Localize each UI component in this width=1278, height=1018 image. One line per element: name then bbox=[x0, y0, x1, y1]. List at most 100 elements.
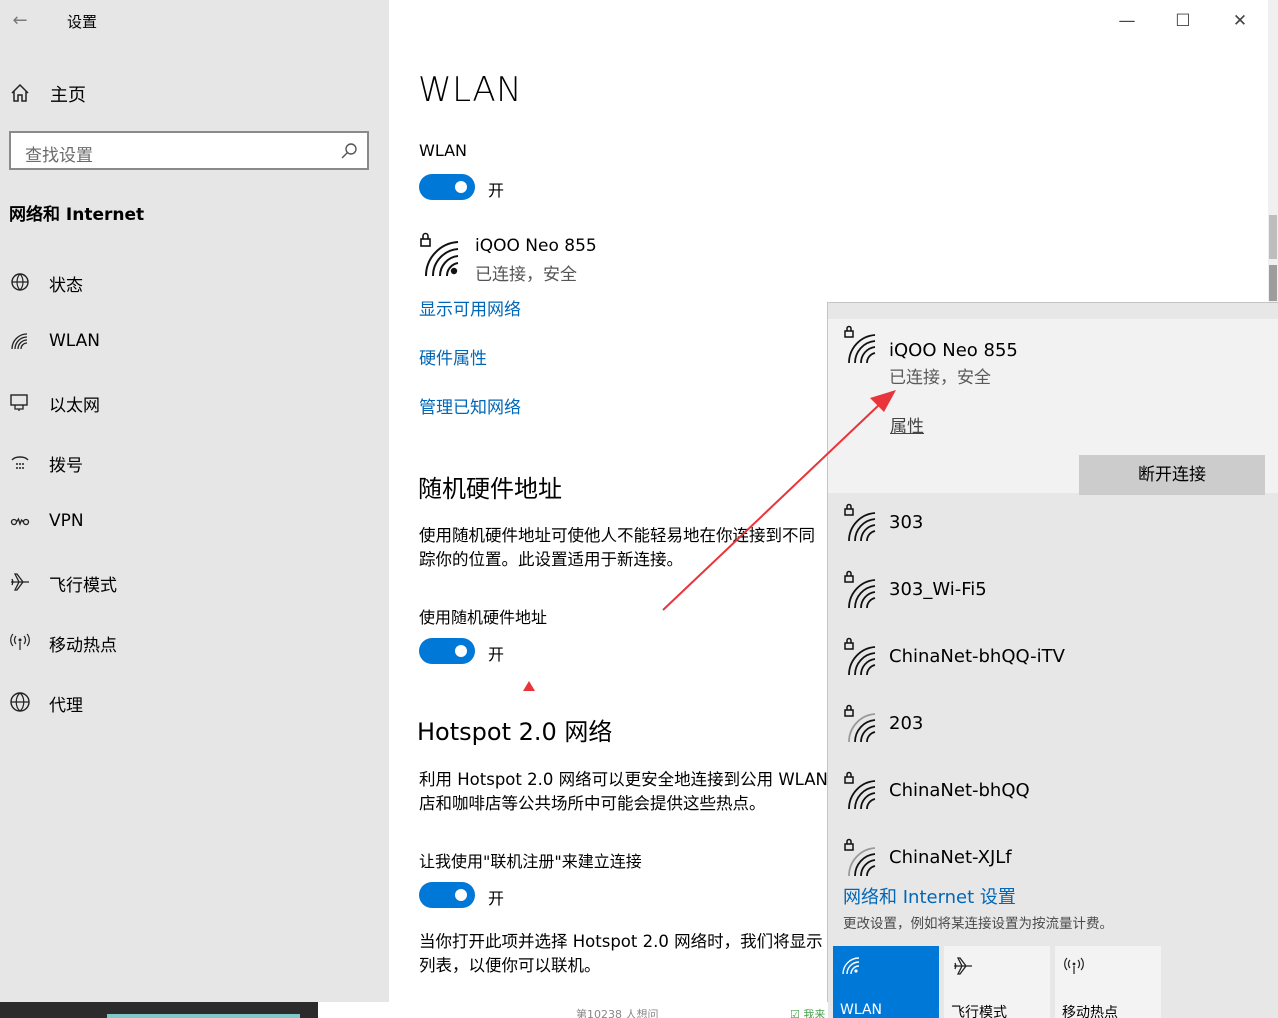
quick-action-wlan[interactable]: WLAN bbox=[833, 946, 939, 1018]
flyout-network-item[interactable]: ChinaNet-bhQQ bbox=[828, 763, 1278, 829]
sidebar-item-status[interactable]: 状态 bbox=[0, 259, 389, 305]
hotspot-tail-line1: 当你打开此项并选择 Hotspot 2.0 网络时，我们将显示 bbox=[419, 932, 823, 951]
wifi-icon bbox=[842, 957, 860, 975]
quick-action-label: 移动热点 bbox=[1062, 1005, 1118, 1018]
current-network-status: 已连接，安全 bbox=[475, 265, 577, 285]
sidebar-item-home[interactable]: 主页 bbox=[0, 72, 389, 114]
page-title: WLAN bbox=[418, 70, 523, 110]
wifi-icon bbox=[11, 333, 28, 350]
random-mac-toggle-state: 开 bbox=[488, 645, 505, 664]
wifi-secured-icon bbox=[844, 325, 876, 364]
sidebar-item-dialup[interactable]: 拨号 bbox=[0, 439, 389, 485]
manage-known-networks-link[interactable]: 管理已知网络 bbox=[419, 393, 521, 418]
flyout-current-network[interactable]: iQOO Neo 855 已连接，安全 属性 断开连接 bbox=[828, 319, 1278, 495]
toggle-knob bbox=[455, 645, 467, 657]
globe-icon bbox=[10, 692, 30, 712]
sidebar-item-label: 飞行模式 bbox=[49, 576, 117, 596]
back-arrow-icon[interactable]: ← bbox=[8, 9, 32, 33]
hotspot-icon bbox=[1064, 957, 1084, 974]
hotspot-icon bbox=[10, 633, 30, 650]
sidebar-item-label: VPN bbox=[49, 511, 84, 531]
hardware-properties-link[interactable]: 硬件属性 bbox=[419, 344, 487, 369]
sidebar-item-label: 以太网 bbox=[49, 396, 100, 416]
section-title: 网络和 Internet bbox=[9, 205, 145, 225]
disconnect-button[interactable]: 断开连接 bbox=[1079, 455, 1265, 495]
wlan-toggle-label: WLAN bbox=[419, 141, 468, 160]
random-mac-heading: 随机硬件地址 bbox=[418, 475, 562, 503]
airplane-icon bbox=[954, 957, 972, 975]
flyout-network-name: ChinaNet-XJLf bbox=[889, 847, 1012, 868]
flyout-network-item[interactable]: ChinaNet-bhQQ-iTV bbox=[828, 629, 1278, 695]
wifi-secured-icon bbox=[420, 232, 459, 277]
sidebar-item-proxy[interactable]: 代理 bbox=[0, 679, 389, 725]
airplane-icon bbox=[11, 573, 29, 591]
flyout-network-name: ChinaNet-bhQQ bbox=[889, 780, 1030, 801]
quick-action-label: WLAN bbox=[840, 1002, 883, 1018]
sidebar-item-wlan[interactable]: WLAN bbox=[0, 319, 389, 365]
flyout-network-item[interactable]: 303_Wi-Fi5 bbox=[828, 562, 1278, 628]
sidebar-item-label: 主页 bbox=[50, 85, 86, 106]
show-available-networks-link[interactable]: 显示可用网络 bbox=[419, 295, 521, 320]
hotspot-heading: Hotspot 2.0 网络 bbox=[417, 718, 613, 746]
home-icon bbox=[11, 83, 29, 102]
hotspot-desc-line2: 店和咖啡店等公共场所中可能会提供这些热点。 bbox=[419, 794, 766, 813]
sidebar-item-ethernet[interactable]: 以太网 bbox=[0, 379, 389, 425]
sidebar-item-vpn[interactable]: VPN bbox=[0, 499, 389, 545]
sidebar-item-label: 状态 bbox=[49, 276, 83, 296]
flyout-network-name: 203 bbox=[889, 713, 924, 734]
taskbar-text-2: ☑ 我来 bbox=[790, 1008, 826, 1018]
taskbar-text: 第10238 人想问 bbox=[576, 1008, 659, 1018]
search-placeholder: 查找设置 bbox=[25, 146, 93, 166]
search-input[interactable]: 查找设置 bbox=[9, 131, 369, 170]
toggle-knob bbox=[455, 889, 467, 901]
wifi-secured-icon bbox=[844, 838, 876, 877]
flyout-network-name: ChinaNet-bhQQ-iTV bbox=[889, 646, 1065, 667]
flyout-network-name: 303_Wi-Fi5 bbox=[889, 579, 987, 600]
wlan-toggle[interactable] bbox=[419, 174, 475, 200]
sidebar-item-label: 移动热点 bbox=[49, 636, 117, 656]
quick-action-hotspot[interactable]: 移动热点 bbox=[1055, 946, 1161, 1018]
sidebar: ← 设置 主页 查找设置 网络和 Internet 状态 WLAN 以太网 拨号… bbox=[0, 0, 389, 1002]
app-title: 设置 bbox=[67, 13, 98, 31]
hotspot-toggle-state: 开 bbox=[488, 889, 505, 908]
random-mac-desc-line2: 踪你的位置。此设置适用于新连接。 bbox=[419, 550, 683, 569]
hotspot-tail-line2: 列表，以便你可以联机。 bbox=[419, 956, 601, 975]
wifi-secured-icon bbox=[844, 503, 876, 542]
wifi-secured-icon bbox=[844, 771, 876, 810]
sidebar-item-hotspot[interactable]: 移动热点 bbox=[0, 619, 389, 665]
quick-action-airplane[interactable]: 飞行模式 bbox=[944, 946, 1050, 1018]
network-settings-link[interactable]: 网络和 Internet 设置 bbox=[843, 883, 1016, 909]
maximize-button[interactable]: ☐ bbox=[1163, 8, 1203, 34]
hotspot-toggle[interactable] bbox=[419, 882, 475, 908]
minimize-button[interactable]: — bbox=[1107, 8, 1147, 34]
sidebar-item-label: WLAN bbox=[49, 331, 101, 351]
annotation-marker-icon bbox=[523, 681, 535, 691]
flyout-current-status: 已连接，安全 bbox=[889, 368, 991, 388]
random-mac-toggle[interactable] bbox=[419, 638, 475, 664]
toggle-knob bbox=[455, 181, 467, 193]
close-button[interactable]: ✕ bbox=[1220, 8, 1260, 34]
random-mac-toggle-label: 使用随机硬件地址 bbox=[419, 608, 548, 627]
dialup-icon bbox=[11, 456, 29, 469]
wlan-toggle-state: 开 bbox=[488, 181, 505, 200]
random-mac-desc-line1: 使用随机硬件地址可使他人不能轻易地在你连接到不同 bbox=[419, 526, 815, 545]
flyout-properties-link[interactable]: 属性 bbox=[890, 412, 924, 437]
hotspot-desc-line1: 利用 Hotspot 2.0 网络可以更安全地连接到公用 WLAN bbox=[419, 770, 828, 789]
flyout-network-item[interactable]: 203 bbox=[828, 696, 1278, 762]
sidebar-item-label: 拨号 bbox=[49, 456, 83, 476]
search-icon[interactable] bbox=[340, 142, 358, 160]
globe-status-icon bbox=[11, 273, 29, 291]
network-settings-sub: 更改设置，例如将某连接设置为按流量计费。 bbox=[843, 916, 1113, 932]
sidebar-item-label: 代理 bbox=[49, 696, 83, 716]
sidebar-item-airplane[interactable]: 飞行模式 bbox=[0, 559, 389, 605]
quick-action-label: 飞行模式 bbox=[951, 1005, 1007, 1018]
scrollbar-thumb[interactable] bbox=[1269, 265, 1277, 301]
ethernet-icon bbox=[10, 394, 28, 411]
taskbar-highlight bbox=[107, 1014, 300, 1018]
network-flyout: iQOO Neo 855 已连接，安全 属性 断开连接 303 303_Wi-Fi… bbox=[827, 302, 1278, 1018]
flyout-current-name: iQOO Neo 855 bbox=[889, 340, 1018, 361]
wifi-secured-icon bbox=[844, 570, 876, 609]
flyout-network-item[interactable]: 303 bbox=[828, 495, 1278, 561]
current-network-name: iQOO Neo 855 bbox=[475, 236, 597, 256]
hotspot-toggle-label: 让我使用"联机注册"来建立连接 bbox=[419, 852, 642, 871]
